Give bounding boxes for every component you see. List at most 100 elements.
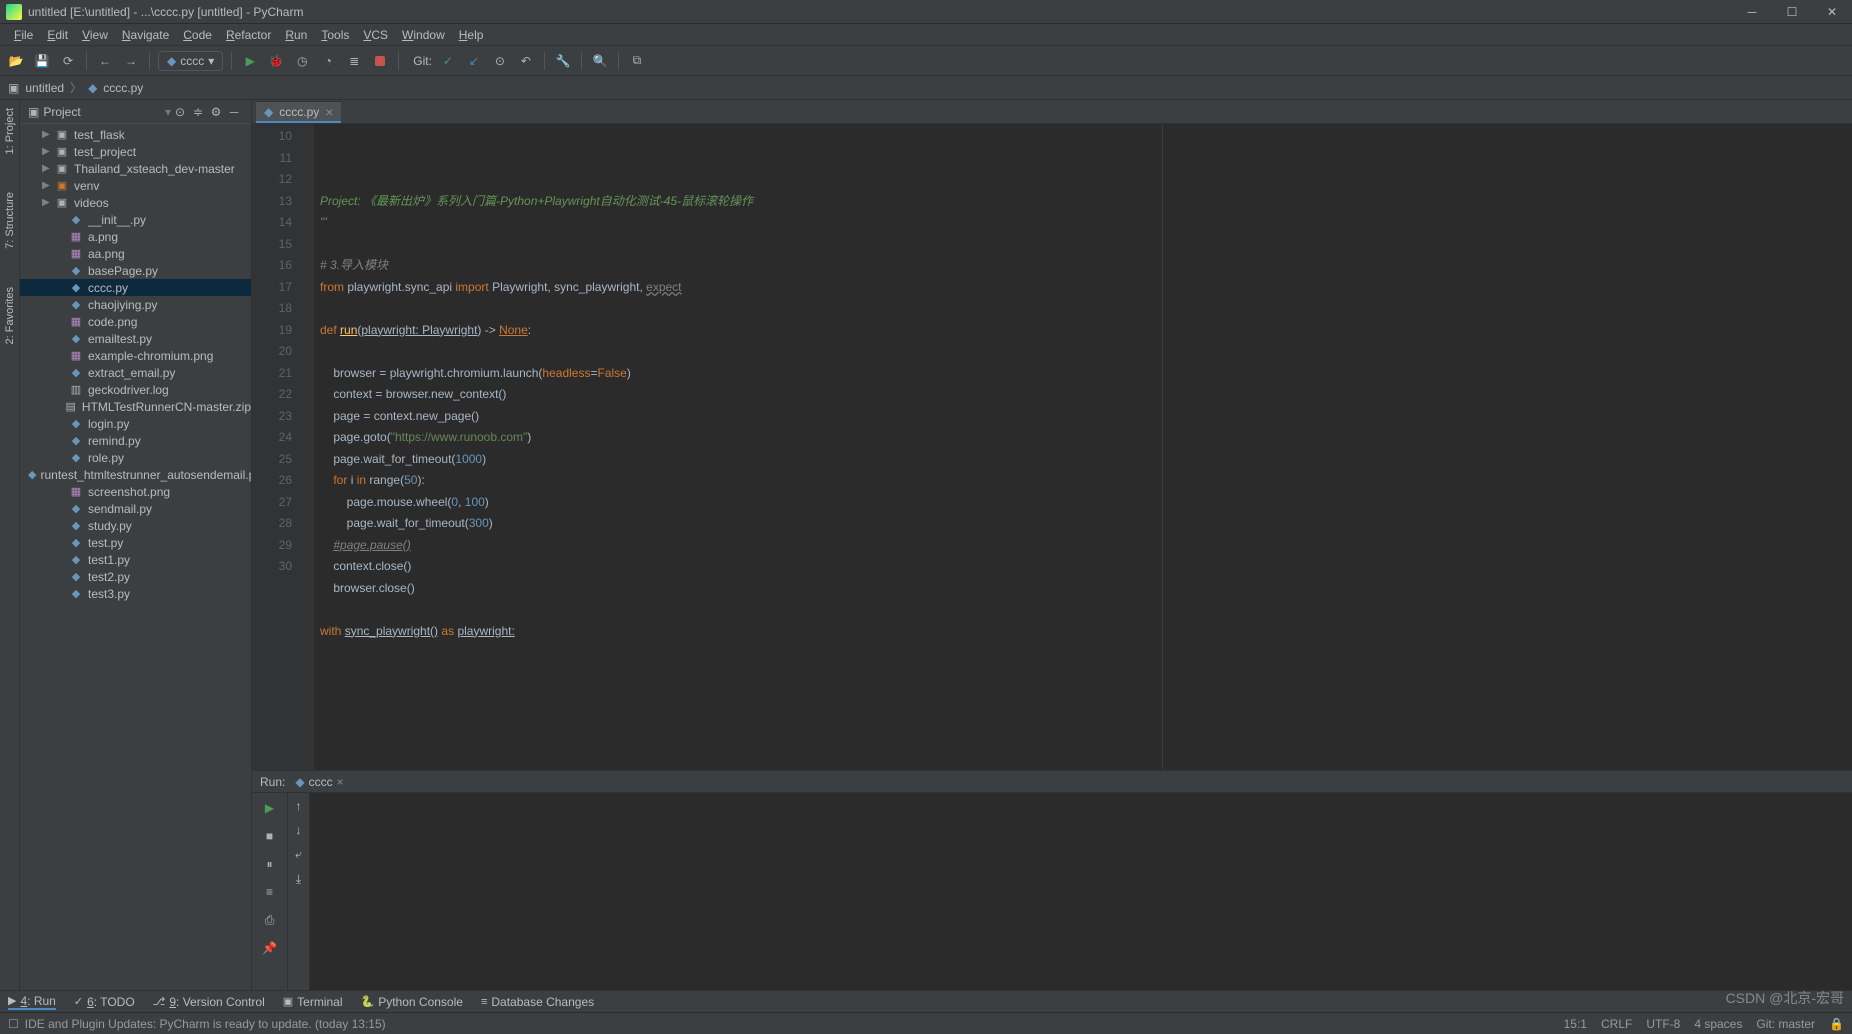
code-line[interactable]: page = context.new_page() (320, 406, 1846, 428)
git-rollback-icon[interactable]: ↶ (516, 51, 536, 71)
run-icon[interactable]: ▶ (240, 51, 260, 71)
tool-tab-favorites[interactable]: 2: Favorites (2, 283, 18, 348)
code-line[interactable] (320, 599, 1846, 621)
bottom-tab-todo[interactable]: ✓6: TODO (74, 995, 135, 1009)
down-icon[interactable]: ↓ (296, 823, 302, 837)
exit-icon[interactable]: ≡ (261, 883, 279, 901)
bottom-tab-pythonconsole[interactable]: 🐍Python Console (361, 995, 463, 1009)
search-everywhere-icon[interactable]: ⧉ (627, 51, 647, 71)
tree-item[interactable]: ▥geckodriver.log (20, 381, 251, 398)
print-icon[interactable]: ⎙ (261, 911, 279, 929)
tree-item[interactable]: ◆test.py (20, 534, 251, 551)
project-tree[interactable]: ▶▣test_flask▶▣test_project▶▣Thailand_xst… (20, 124, 251, 990)
tree-item[interactable]: ◆__init__.py (20, 211, 251, 228)
run-tab[interactable]: ◆ cccc × (295, 775, 343, 789)
window-minimize-button[interactable]: ─ (1738, 5, 1766, 19)
bottom-tab-versioncontrol[interactable]: ⎇9: Version Control (153, 995, 265, 1009)
tree-item[interactable]: ◆runtest_htmltestrunner_autosendemail.py (20, 466, 251, 483)
tree-item[interactable]: ◆role.py (20, 449, 251, 466)
tool-tab-project[interactable]: 1: Project (2, 104, 18, 158)
menu-file[interactable]: File (8, 26, 39, 44)
git-branch[interactable]: Git: master (1756, 1017, 1815, 1031)
code-line[interactable]: with sync_playwright() as playwright: (320, 621, 1846, 643)
profile-icon[interactable]: ◔ (318, 51, 338, 71)
git-commit-icon[interactable]: ↙ (464, 51, 484, 71)
tree-item[interactable]: ▦aa.png (20, 245, 251, 262)
editor-tab-cccc[interactable]: ◆ cccc.py × (256, 101, 341, 123)
close-icon[interactable]: × (337, 775, 344, 789)
pause-icon[interactable]: ⏸ (261, 855, 279, 873)
menu-edit[interactable]: Edit (41, 26, 74, 44)
menu-vcs[interactable]: VCS (357, 26, 394, 44)
code-editor[interactable]: Project: 《最新出炉》系列入门篇-Python+Playwright自动… (314, 124, 1852, 770)
tree-item[interactable]: ▦code.png (20, 313, 251, 330)
tree-item[interactable]: ◆test2.py (20, 568, 251, 585)
tree-item[interactable]: ▶▣Thailand_xsteach_dev-master (20, 160, 251, 177)
code-line[interactable]: Project: 《最新出炉》系列入门篇-Python+Playwright自动… (320, 191, 1846, 213)
tool-tab-structure[interactable]: 7: Structure (2, 188, 18, 253)
bottom-tab-terminal[interactable]: ▣Terminal (283, 995, 343, 1009)
code-line[interactable]: browser = playwright.chromium.launch(hea… (320, 363, 1846, 385)
code-line[interactable]: context.close() (320, 556, 1846, 578)
tree-item[interactable]: ◆study.py (20, 517, 251, 534)
fold-column[interactable] (300, 124, 314, 770)
tree-item[interactable]: ◆login.py (20, 415, 251, 432)
code-line[interactable] (320, 234, 1846, 256)
window-close-button[interactable]: ✕ (1818, 5, 1846, 19)
select-opened-icon[interactable]: ⊙ (171, 105, 189, 119)
indent-setting[interactable]: 4 spaces (1694, 1017, 1742, 1031)
bottom-tab-databasechanges[interactable]: ≡Database Changes (481, 995, 594, 1009)
tree-item[interactable]: ◆test3.py (20, 585, 251, 602)
tree-item[interactable]: ▦a.png (20, 228, 251, 245)
refresh-icon[interactable]: ⟳ (58, 51, 78, 71)
tree-item[interactable]: ▶▣test_flask (20, 126, 251, 143)
menu-refactor[interactable]: Refactor (220, 26, 277, 44)
breadcrumb-root[interactable]: untitled (25, 81, 64, 95)
tree-item[interactable]: ▶▣videos (20, 194, 251, 211)
menu-window[interactable]: Window (396, 26, 451, 44)
scroll-end-icon[interactable]: ⤓ (296, 872, 301, 887)
hide-panel-icon[interactable]: ─ (225, 105, 243, 119)
save-icon[interactable]: 💾 (32, 51, 52, 71)
bottom-tab-run[interactable]: ▶4: Run (8, 994, 56, 1010)
tree-item[interactable]: ▦example-chromium.png (20, 347, 251, 364)
tree-item[interactable]: ◆remind.py (20, 432, 251, 449)
menu-view[interactable]: View (76, 26, 114, 44)
lock-icon[interactable]: 🔒 (1829, 1017, 1844, 1031)
line-separator[interactable]: CRLF (1601, 1017, 1632, 1031)
menu-run[interactable]: Run (279, 26, 313, 44)
settings-icon[interactable]: 🔧 (553, 51, 573, 71)
tree-item[interactable]: ▦screenshot.png (20, 483, 251, 500)
tree-item[interactable]: ◆chaojiying.py (20, 296, 251, 313)
tree-item[interactable]: ▶▣venv (20, 177, 251, 194)
code-line[interactable] (320, 298, 1846, 320)
concurrent-icon[interactable]: ≣ (344, 51, 364, 71)
file-encoding[interactable]: UTF-8 (1646, 1017, 1680, 1031)
cursor-position[interactable]: 15:1 (1564, 1017, 1587, 1031)
open-icon[interactable]: 📂 (6, 51, 26, 71)
status-icon[interactable]: ☐ (8, 1017, 19, 1031)
breadcrumb-file[interactable]: cccc.py (103, 81, 143, 95)
debug-icon[interactable]: 🐞 (266, 51, 286, 71)
tree-item[interactable]: ◆cccc.py (20, 279, 251, 296)
code-line[interactable]: from playwright.sync_api import Playwrig… (320, 277, 1846, 299)
tree-item[interactable]: ◆test1.py (20, 551, 251, 568)
menu-help[interactable]: Help (453, 26, 490, 44)
menu-code[interactable]: Code (177, 26, 218, 44)
code-line[interactable]: page.mouse.wheel(0, 100) (320, 492, 1846, 514)
git-update-icon[interactable]: ✓ (438, 51, 458, 71)
expand-all-icon[interactable]: ≑ (189, 105, 207, 119)
project-panel-title[interactable]: Project (43, 105, 163, 119)
window-maximize-button[interactable]: ☐ (1778, 5, 1806, 19)
tree-item[interactable]: ▶▣test_project (20, 143, 251, 160)
code-line[interactable]: def run(playwright: Playwright) -> None: (320, 320, 1846, 342)
code-line[interactable]: # 3.导入模块 (320, 255, 1846, 277)
up-icon[interactable]: ↑ (296, 799, 302, 813)
code-line[interactable]: #page.pause() (320, 535, 1846, 557)
rerun-icon[interactable]: ▶ (261, 799, 279, 817)
editor-body[interactable]: 1011121314151617181920212223242526272829… (252, 124, 1852, 770)
code-line[interactable]: ''' (320, 212, 1846, 234)
search-icon[interactable]: 🔍 (590, 51, 610, 71)
menu-navigate[interactable]: Navigate (116, 26, 175, 44)
soft-wrap-icon[interactable]: ⤶ (295, 847, 302, 862)
